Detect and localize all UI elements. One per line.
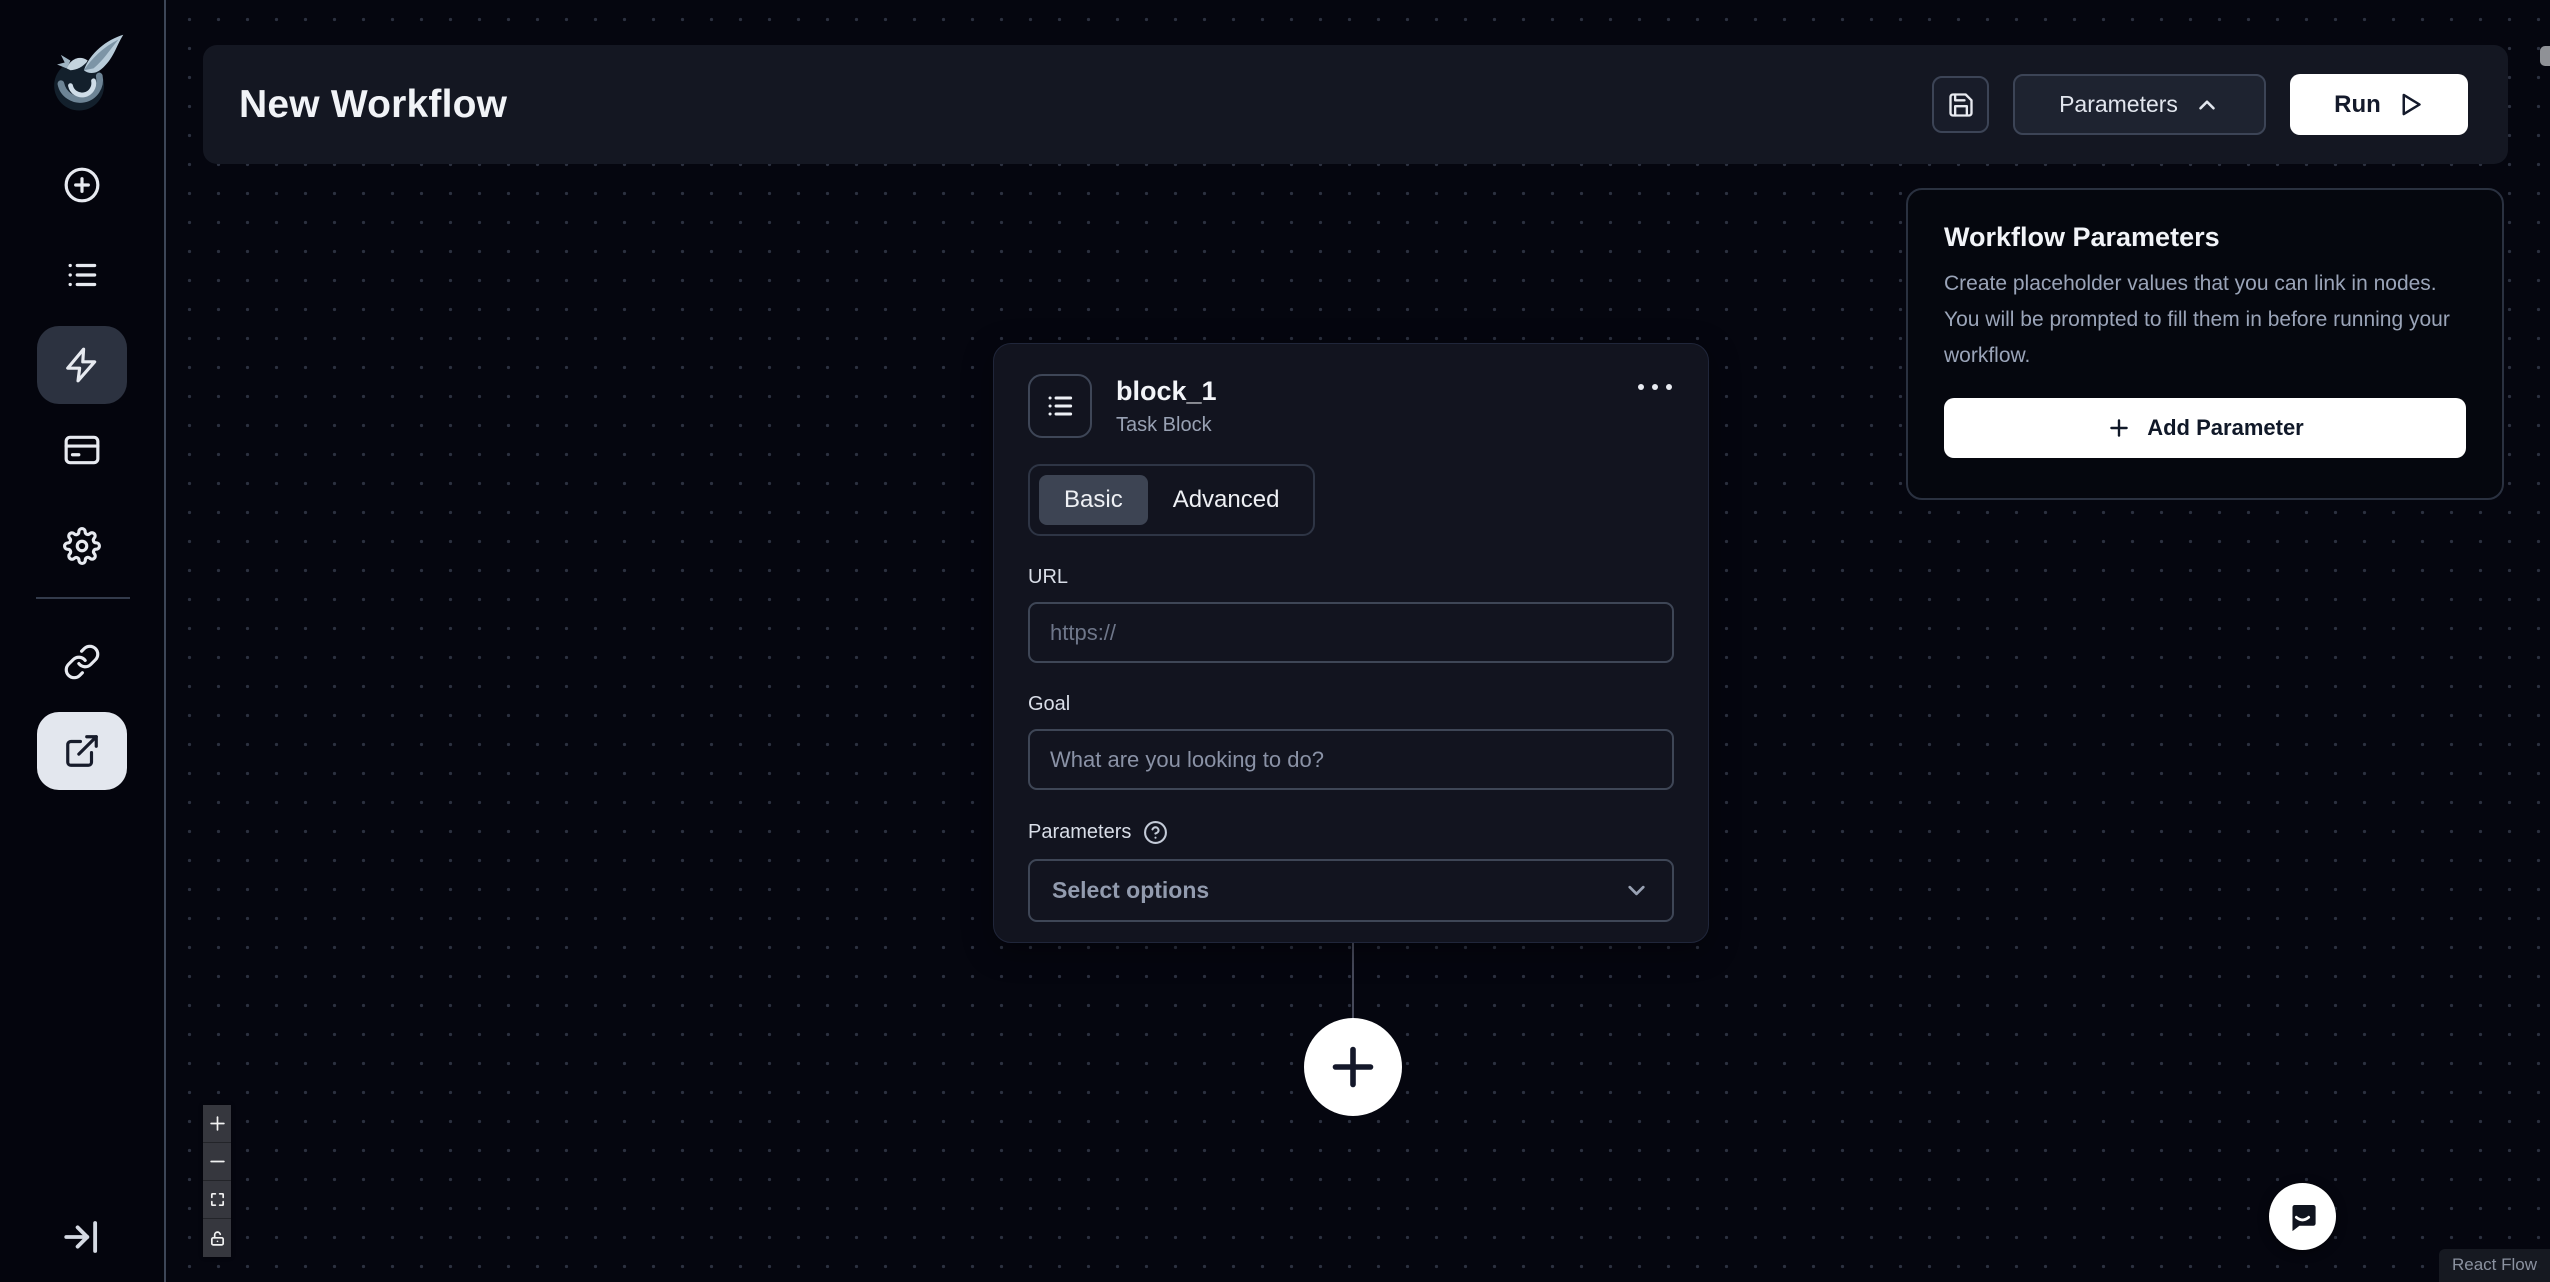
tab-basic[interactable]: Basic bbox=[1039, 475, 1148, 525]
parameters-select-value: Select options bbox=[1052, 877, 1210, 903]
link-icon bbox=[63, 643, 101, 681]
help-circle-icon[interactable] bbox=[1143, 820, 1168, 845]
zoom-out-button[interactable] bbox=[203, 1143, 231, 1181]
node-header: block_1 Task Block bbox=[1028, 374, 1674, 438]
canvas-controls bbox=[203, 1105, 231, 1257]
add-parameter-button[interactable]: Add Parameter bbox=[1944, 398, 2466, 458]
react-flow-attribution[interactable]: React Flow bbox=[2438, 1249, 2550, 1282]
workflow-parameters-description: Create placeholder values that you can l… bbox=[1944, 272, 2450, 367]
fit-view-icon bbox=[209, 1191, 226, 1208]
workflow-parameters-title: Workflow Parameters bbox=[1944, 222, 2220, 252]
sidebar-item-workflows[interactable] bbox=[37, 326, 127, 404]
task-block-icon-box bbox=[1028, 374, 1092, 438]
parameters-label: Parameters bbox=[1028, 821, 1132, 843]
workflow-builder-app: New Workflow Parameters Run block_1 Task… bbox=[0, 0, 2550, 1282]
scrollbar-thumb[interactable] bbox=[2540, 46, 2550, 66]
sidebar-item-settings[interactable] bbox=[37, 507, 127, 585]
sidebar-item-external[interactable] bbox=[37, 712, 127, 790]
plus-icon bbox=[209, 1115, 226, 1132]
fit-view-button[interactable] bbox=[203, 1181, 231, 1219]
goal-input[interactable] bbox=[1028, 729, 1674, 790]
sidebar-item-create[interactable] bbox=[37, 146, 127, 224]
chat-support-button[interactable] bbox=[2269, 1183, 2336, 1250]
page-title: New Workflow bbox=[239, 82, 508, 126]
plus-circle-icon bbox=[63, 166, 101, 204]
node-subtitle: Task Block bbox=[1116, 414, 1212, 436]
lightning-icon bbox=[63, 346, 101, 384]
unlock-icon bbox=[209, 1230, 226, 1247]
goal-label: Goal bbox=[1028, 693, 1071, 715]
workflow-header-bar: New Workflow Parameters Run bbox=[203, 45, 2508, 164]
plus-icon bbox=[1325, 1039, 1381, 1095]
sidebar-item-credentials[interactable] bbox=[37, 411, 127, 489]
add-parameter-label: Add Parameter bbox=[2147, 415, 2304, 440]
play-icon bbox=[2397, 91, 2424, 118]
run-button-label: Run bbox=[2334, 90, 2381, 118]
parameters-label-row: Parameters bbox=[1028, 820, 1674, 845]
run-button[interactable]: Run bbox=[2290, 74, 2468, 135]
parameters-dropdown-button[interactable]: Parameters bbox=[2013, 74, 2266, 135]
workflow-parameters-panel: Workflow Parameters Create placeholder v… bbox=[1906, 188, 2504, 500]
url-input[interactable] bbox=[1028, 602, 1674, 663]
minus-icon bbox=[209, 1153, 226, 1170]
save-button[interactable] bbox=[1932, 76, 1989, 133]
chevron-down-icon bbox=[1623, 877, 1650, 904]
list-icon bbox=[1044, 390, 1076, 422]
chat-bubble-icon bbox=[2284, 1198, 2321, 1235]
add-node-button[interactable] bbox=[1304, 1018, 1402, 1116]
url-label: URL bbox=[1028, 566, 1069, 588]
node-title: block_1 bbox=[1116, 376, 1217, 406]
parameters-select[interactable]: Select options bbox=[1028, 859, 1674, 922]
save-icon bbox=[1947, 91, 1975, 119]
sidebar-divider bbox=[36, 597, 130, 599]
zoom-in-button[interactable] bbox=[203, 1105, 231, 1143]
skyvern-dragon-logo bbox=[31, 28, 133, 124]
chevron-up-icon bbox=[2194, 92, 2220, 118]
workflow-canvas[interactable]: New Workflow Parameters Run block_1 Task… bbox=[168, 0, 2550, 1282]
node-menu-ellipsis-icon[interactable] bbox=[1636, 374, 1674, 400]
node-tabs: Basic Advanced bbox=[1028, 464, 1316, 536]
header-actions: Parameters Run bbox=[1932, 74, 2468, 135]
parameters-button-label: Parameters bbox=[2059, 91, 2178, 117]
list-icon bbox=[63, 256, 101, 294]
lock-button[interactable] bbox=[203, 1219, 231, 1257]
external-link-icon bbox=[63, 732, 101, 770]
tab-advanced[interactable]: Advanced bbox=[1148, 475, 1305, 525]
plus-icon bbox=[2106, 415, 2132, 441]
credit-card-icon bbox=[63, 431, 101, 469]
node-titles: block_1 Task Block bbox=[1116, 374, 1217, 437]
expand-sidebar-button[interactable] bbox=[52, 1207, 112, 1267]
sidebar-item-runs[interactable] bbox=[37, 236, 127, 314]
gear-icon bbox=[63, 527, 101, 565]
node-edge-connector bbox=[1352, 943, 1354, 1019]
sidebar-item-link[interactable] bbox=[37, 623, 127, 701]
arrow-to-bar-icon bbox=[61, 1216, 103, 1258]
sidebar bbox=[0, 0, 166, 1282]
task-block-node[interactable]: block_1 Task Block Basic Advanced URL Go… bbox=[993, 343, 1709, 943]
